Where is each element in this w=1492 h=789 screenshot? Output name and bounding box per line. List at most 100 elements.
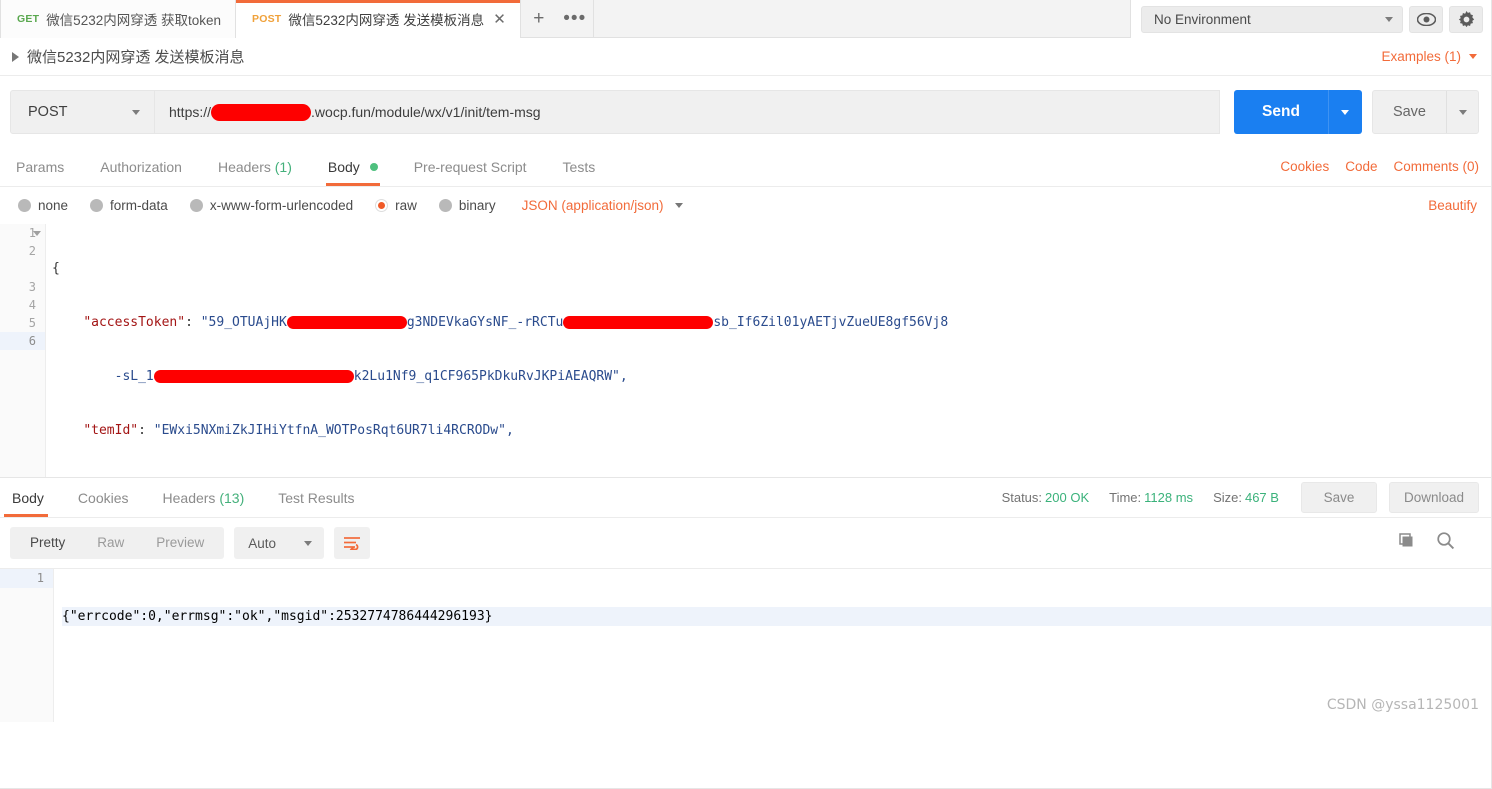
response-format-select[interactable]: Auto [234,527,325,559]
code-key: "temId" [83,423,139,438]
word-wrap-icon [344,537,361,550]
response-stats: Status: 200 OK Time: 1128 ms Size: 467 B [1002,490,1289,505]
editor-code-area[interactable]: { "accessToken": "59_OTUAjHK g3NDEVkaGYsN… [46,224,1491,477]
copy-button[interactable] [1398,532,1416,555]
chevron-down-icon [304,540,313,546]
body-type-urlencoded[interactable]: x-www-form-urlencoded [189,198,353,213]
code-fold-icon[interactable] [33,231,41,236]
code-wrap-end: k2Lu1Nf9_q1CF965PkDkuRvJKPiAEAQRW", [353,369,628,384]
send-options-button[interactable] [1327,90,1362,134]
size-value: 467 B [1244,490,1279,505]
code-colon: : [138,423,154,438]
word-wrap-button[interactable] [334,527,371,559]
response-json-text: {"errcode":0,"errmsg":"ok","msgid":25327… [62,609,493,624]
view-pretty[interactable]: Pretty [14,527,81,559]
body-type-none[interactable]: none [18,198,68,213]
tab-pre-request-script[interactable]: Pre-request Script [414,159,527,185]
view-preview[interactable]: Preview [140,527,220,559]
response-tab-test-results[interactable]: Test Results [274,490,358,516]
code-key: "accessToken" [83,315,186,330]
url-input[interactable]: https:// .wocp.fun/module/wx/v1/init/tem-… [155,90,1221,134]
http-method-select[interactable]: POST [10,90,155,134]
save-request-button[interactable]: Save [1371,90,1479,134]
view-raw[interactable]: Raw [81,527,140,559]
code-line-2-wrapped: -sL_1 k2Lu1Nf9_q1CF965PkDkuRvJKPiAEAQRW", [52,368,1491,386]
response-body-viewer[interactable]: 1 {"errcode":0,"errmsg":"ok","msgid":253… [0,569,1491,722]
close-icon[interactable]: ✕ [493,11,506,27]
status-stat: Status: 200 OK [1002,490,1090,505]
code-value-start: "59_OTUAjHK [200,315,287,330]
tab-params[interactable]: Params [16,159,64,185]
environment-quick-look-button[interactable] [1409,5,1443,33]
code-line-1: { [52,260,1491,278]
tab-headers-count: (1) [274,159,292,175]
save-options-button[interactable] [1446,91,1478,133]
tab-headers[interactable]: Headers (1) [218,159,292,185]
response-tab-cookies[interactable]: Cookies [74,490,133,516]
body-type-binary-label: binary [458,198,496,213]
line-number-current: 6 [0,332,45,350]
chevron-down-icon [132,109,140,115]
redaction-bar [211,103,312,121]
request-tab-get-token[interactable]: GET 微信5232内网穿透 获取token [0,0,236,38]
time-label: Time: [1109,490,1142,505]
line-number: 3 [28,280,36,294]
body-format-select[interactable]: JSON (application/json) [522,198,684,213]
examples-dropdown[interactable]: Examples (1) [1381,49,1477,64]
send-button[interactable]: Send [1234,90,1362,134]
code-link[interactable]: Code [1345,159,1377,174]
search-button[interactable] [1436,531,1455,555]
line-number: 5 [28,316,36,330]
download-response-button[interactable]: Download [1388,482,1479,513]
tab-title-label: 微信5232内网穿透 发送模板消息 [288,13,485,28]
copy-icon [1399,532,1413,546]
response-view-segmented: Pretty Raw Preview [10,527,225,559]
body-type-none-label: none [38,198,69,213]
settings-button[interactable] [1449,5,1483,33]
tab-tests[interactable]: Tests [563,159,596,185]
response-tab-body[interactable]: Body [4,490,48,517]
body-type-form-data-label: form-data [110,198,168,213]
code-text: { [52,261,60,276]
chevron-down-icon [1385,16,1393,22]
watermark: CSDN @yssa1125001 [1326,697,1479,713]
url-suffix: .wocp.fun/module/wx/v1/init/tem-msg [311,104,541,120]
line-number: 4 [28,298,36,312]
tab-authorization[interactable]: Authorization [100,159,182,185]
body-type-row: none form-data x-www-form-urlencoded raw… [0,187,1491,224]
save-response-button[interactable]: Save [1300,482,1377,513]
response-toolbar: Pretty Raw Preview Auto [0,518,1491,569]
expand-triangle-icon[interactable] [12,51,19,62]
chevron-down-icon [1458,109,1467,115]
request-tab-send-template-message[interactable]: POST 微信5232内网穿透 发送模板消息 ✕ [236,0,521,38]
environment-selected-label: No Environment [1154,11,1251,27]
code-value-mid: g3NDEVkaGYsNF_-rRCTu [406,315,564,330]
request-tab-bar: GET 微信5232内网穿透 获取token POST 微信5232内网穿透 发… [0,0,1491,38]
request-body-editor[interactable]: 1 2 3 4 5 6 { "accessToken": "59_OTUAjHK… [0,224,1491,478]
environment-zone: No Environment [1130,0,1491,38]
beautify-button[interactable]: Beautify [1428,198,1477,213]
search-icon [1437,532,1455,550]
response-section-tabs: Body Cookies Headers (13) Test Results S… [0,478,1491,518]
environment-select[interactable]: No Environment [1141,5,1403,33]
code-colon: : [185,315,201,330]
url-row: POST https:// .wocp.fun/module/wx/v1/init… [0,76,1491,148]
body-type-form-data[interactable]: form-data [90,198,168,213]
cookies-link[interactable]: Cookies [1280,159,1329,174]
comments-link[interactable]: Comments (0) [1393,159,1479,174]
tab-method-label: POST [252,13,282,25]
response-tab-headers[interactable]: Headers (13) [159,490,249,516]
tab-options-button[interactable]: ••• [556,0,593,37]
body-type-raw[interactable]: raw [375,198,417,213]
redaction-bar [563,316,714,329]
redaction-bar [153,370,354,383]
chevron-down-icon [1341,109,1350,115]
new-tab-button[interactable]: + [520,0,557,37]
response-code-area: {"errcode":0,"errmsg":"ok","msgid":25327… [54,569,1491,664]
send-label: Send [1262,103,1300,120]
tab-body[interactable]: Body [325,159,380,186]
body-format-label: JSON (application/json) [521,198,664,213]
eye-icon [1416,12,1436,26]
code-line-3: "temId": "EWxi5NXmiZkJIHiYtfnA_WOTPosRqt… [52,422,1491,440]
body-type-binary[interactable]: binary [438,198,496,213]
